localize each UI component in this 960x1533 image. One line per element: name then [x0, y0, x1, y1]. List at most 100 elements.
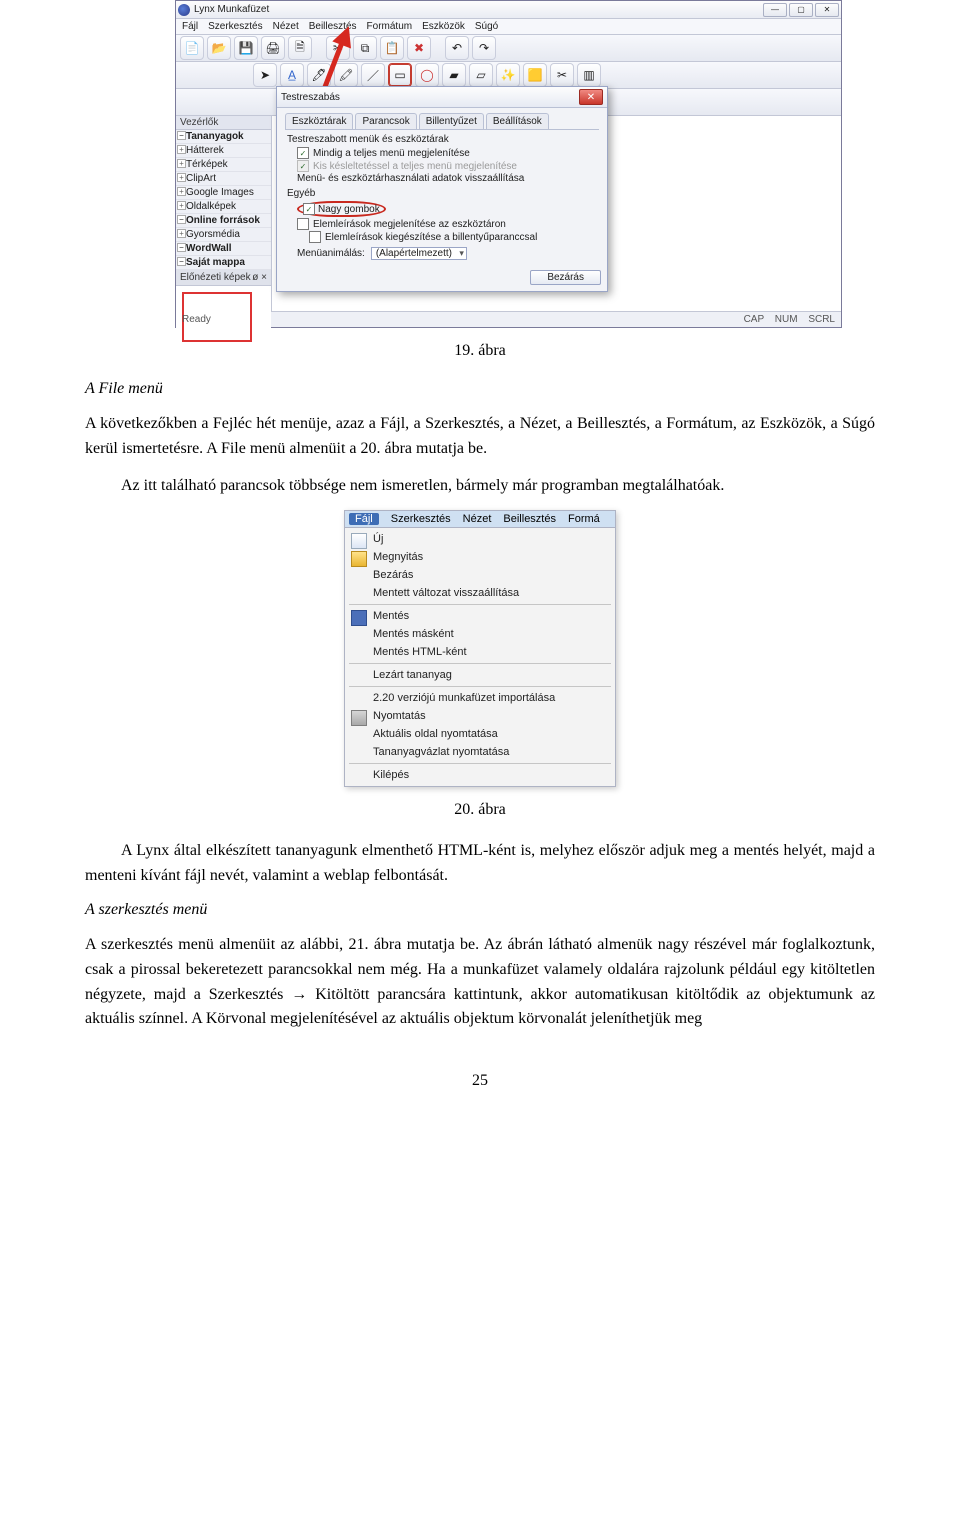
pointer-icon[interactable]: ➤: [253, 63, 277, 87]
menu-item[interactable]: Kilépés: [345, 766, 615, 784]
dialog-close-button[interactable]: Bezárás: [530, 270, 601, 285]
tab-commands[interactable]: Parancsok: [355, 113, 416, 129]
paragraph: Az itt található parancsok többsége nem …: [85, 474, 875, 499]
menubar: Fájl Szerkesztés Nézet Beillesztés Formá: [345, 511, 615, 528]
sidebar-item[interactable]: Oldalképek: [176, 200, 271, 214]
sidebar-item[interactable]: Gyorsmédia: [176, 228, 271, 242]
checkbox-shortcuts[interactable]: [309, 231, 321, 243]
menu-item-label: 2.20 verziójú munkafüzet importálása: [373, 692, 555, 704]
menu-item-label: Bezárás: [373, 569, 413, 581]
fill-icon[interactable]: ▰: [442, 63, 466, 87]
sidebar-item[interactable]: WordWall: [176, 242, 271, 256]
page-number: 25: [85, 1072, 875, 1090]
checkbox-delay-full-menu: [297, 160, 309, 172]
checkbox-always-full-menu[interactable]: [297, 147, 309, 159]
ellipse-icon[interactable]: ◯: [415, 63, 439, 87]
crop-icon[interactable]: ✂: [550, 63, 574, 87]
menu-item[interactable]: Tananyagvázlat nyomtatása: [345, 743, 615, 761]
menu-item-label: Tananyagvázlat nyomtatása: [373, 746, 509, 758]
maximize-button[interactable]: ▢: [789, 3, 813, 17]
more-icon[interactable]: ▥: [577, 63, 601, 87]
menu-item-label: Mentett változat visszaállítása: [373, 587, 519, 599]
undo-icon[interactable]: ↶: [445, 36, 469, 60]
menu-item-label: Aktuális oldal nyomtatása: [373, 728, 498, 740]
sidebar-item[interactable]: ClipArt: [176, 172, 271, 186]
highlighter-icon[interactable]: 🖍: [334, 63, 358, 87]
menu-item[interactable]: Nézet: [463, 513, 492, 525]
print-icon[interactable]: 🖨: [261, 36, 285, 60]
file-dropdown: ÚjMegnyitás Bezárás Mentett változat vissz…: [345, 528, 615, 786]
menu-item[interactable]: Aktuális oldal nyomtatása: [345, 725, 615, 743]
sidebar-item[interactable]: Tananyagok: [176, 130, 271, 144]
option-label: Elemleírások megjelenítése az eszköztáro…: [313, 219, 506, 230]
menu-item[interactable]: Formátum: [367, 21, 413, 32]
delete-icon[interactable]: ✖: [407, 36, 431, 60]
menu-item[interactable]: Mentés: [345, 607, 615, 625]
menu-item[interactable]: Beillesztés: [503, 513, 556, 525]
anim-label: Menüanimálás:: [297, 248, 365, 259]
menu-item-label: Kilépés: [373, 769, 409, 781]
statusbar: Ready CAP NUM SCRL: [176, 311, 841, 327]
status-num: NUM: [775, 314, 798, 325]
option-label: Elemleírások kiegészítése a billentyűpar…: [325, 232, 537, 243]
menu-item-label: Mentés másként: [373, 628, 454, 640]
paragraph: A szerkesztés menü almenüit az alábbi, 2…: [85, 933, 875, 1032]
minimize-button[interactable]: —: [763, 3, 787, 17]
menu-item[interactable]: Bezárás: [345, 566, 615, 584]
menu-item[interactable]: Nézet: [273, 21, 299, 32]
menu-item[interactable]: Mentés HTML-ként: [345, 643, 615, 661]
menu-item[interactable]: Szerkesztés: [208, 21, 262, 32]
group-label: Egyéb: [287, 188, 599, 199]
new-icon[interactable]: 📄: [180, 36, 204, 60]
toolbar-row-2: ➤ A̲ 🖊 🖍 ／ ▭ ◯ ▰ ▱ ✨ 🟨 ✂ ▥: [176, 62, 841, 89]
paste-icon[interactable]: 📋: [380, 36, 404, 60]
preview-header: Előnézeti képek ø ×: [176, 270, 271, 285]
menu-item[interactable]: Eszközök: [422, 21, 465, 32]
customize-dialog: Testreszabás ✕ Eszköztárak Parancsok Bil…: [276, 86, 608, 292]
option-label: Nagy gombok: [318, 204, 380, 215]
dialog-close-icon[interactable]: ✕: [579, 89, 603, 105]
menu-item[interactable]: Megnyitás: [345, 548, 615, 566]
copy-icon[interactable]: ⧉: [353, 36, 377, 60]
group-label: Testreszabott menük és eszköztárak: [287, 134, 599, 145]
wand-icon[interactable]: ✨: [496, 63, 520, 87]
page-icon[interactable]: 🗎: [288, 36, 312, 60]
checkbox-big-buttons[interactable]: [303, 203, 315, 215]
line-icon[interactable]: ／: [361, 63, 385, 87]
close-button[interactable]: ✕: [815, 3, 839, 17]
sidebar-item[interactable]: Hátterek: [176, 144, 271, 158]
menu-item[interactable]: Mentett változat visszaállítása: [345, 584, 615, 602]
menu-item[interactable]: Formá: [568, 513, 600, 525]
menu-item[interactable]: Szerkesztés: [391, 513, 451, 525]
sidebar-item[interactable]: Online források: [176, 214, 271, 228]
sidebar-item[interactable]: Google Images: [176, 186, 271, 200]
rect-icon[interactable]: ▭: [388, 63, 412, 87]
menu-item[interactable]: Súgó: [475, 21, 498, 32]
menu-item[interactable]: Mentés másként: [345, 625, 615, 643]
menu-item[interactable]: Új: [345, 530, 615, 548]
menu-item[interactable]: Nyomtatás: [345, 707, 615, 725]
save-icon[interactable]: 💾: [234, 36, 258, 60]
open-icon[interactable]: 📂: [207, 36, 231, 60]
menu-item[interactable]: Lezárt tananyag: [345, 666, 615, 684]
menu-item-file[interactable]: Fájl: [349, 513, 379, 525]
sidebar-header: Vezérlők: [176, 116, 271, 130]
anim-dropdown[interactable]: (Alapértelmezett): [371, 247, 467, 260]
eraser-icon[interactable]: ▱: [469, 63, 493, 87]
menu-item-label: Nyomtatás: [373, 710, 426, 722]
menu-item[interactable]: 2.20 verziójú munkafüzet importálása: [345, 689, 615, 707]
save-icon: [351, 610, 367, 626]
menu-separator: [349, 604, 611, 605]
color-icon[interactable]: 🟨: [523, 63, 547, 87]
status-cap: CAP: [744, 314, 764, 325]
tab-toolbars[interactable]: Eszköztárak: [285, 113, 353, 129]
open-icon: [351, 551, 367, 567]
checkbox-tooltips[interactable]: [297, 218, 309, 230]
sidebar-item[interactable]: Térképek: [176, 158, 271, 172]
text-icon[interactable]: A̲: [280, 63, 304, 87]
tab-settings[interactable]: Beállítások: [486, 113, 549, 129]
menu-item[interactable]: Fájl: [182, 21, 198, 32]
tab-keyboard[interactable]: Billentyűzet: [419, 113, 484, 129]
sidebar-item[interactable]: Saját mappa: [176, 256, 271, 270]
redo-icon[interactable]: ↷: [472, 36, 496, 60]
